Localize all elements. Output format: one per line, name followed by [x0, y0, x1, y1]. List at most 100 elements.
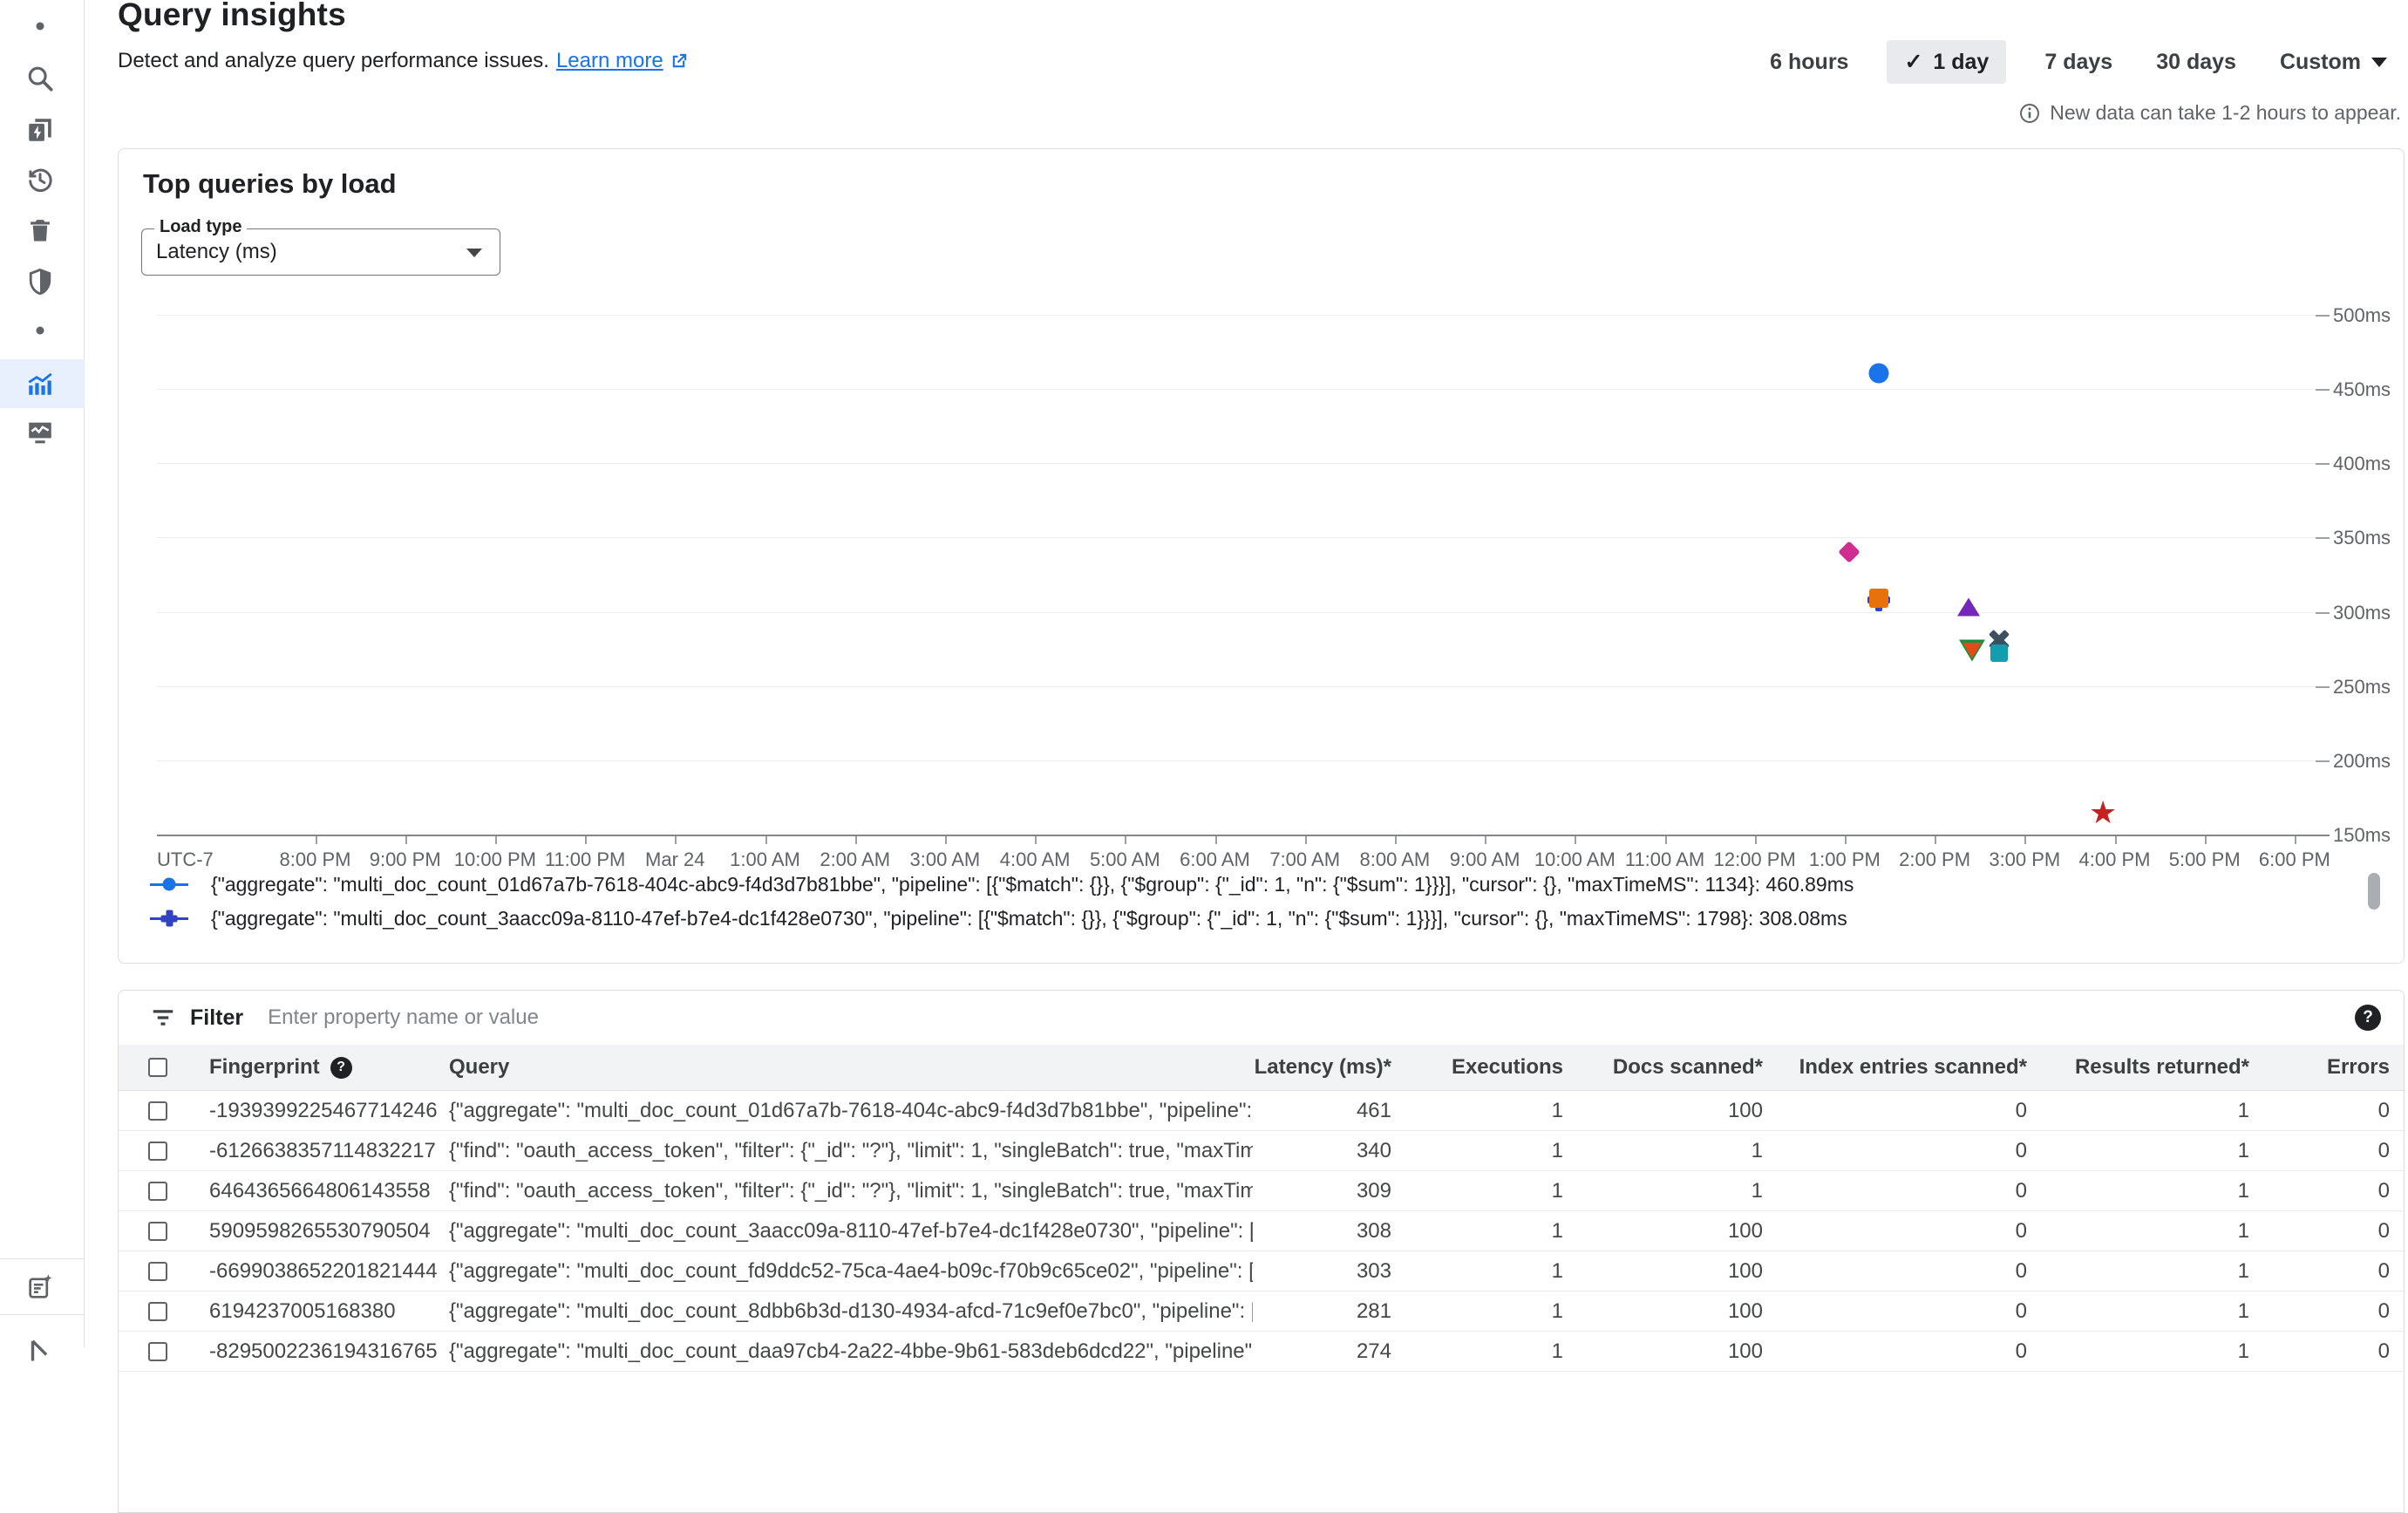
legend-entry[interactable]: {"aggregate": "multi_doc_count_3aacc09a-… [150, 905, 1847, 931]
value-cell: 1 [2027, 1139, 2249, 1163]
filter-input[interactable] [268, 1005, 1924, 1030]
chart-point-triangle-up[interactable] [1957, 598, 1980, 617]
fingerprint-help-icon[interactable]: ? [330, 1057, 352, 1079]
monitor-metrics-icon[interactable] [21, 413, 59, 452]
select-all-checkbox[interactable] [148, 1058, 167, 1077]
column-header[interactable]: Executions [1452, 1055, 1563, 1079]
value-cell: 1 [1391, 1099, 1563, 1123]
table-row[interactable]: -1939399225467714246{"aggregate": "multi… [119, 1091, 2404, 1131]
row-checkbox[interactable] [148, 1342, 167, 1361]
row-checkbox[interactable] [148, 1262, 167, 1281]
table-help-icon[interactable]: ? [2355, 1005, 2381, 1031]
column-header[interactable]: Query [449, 1055, 509, 1079]
value-cell: 0 [1763, 1139, 2027, 1163]
column-header[interactable]: Docs scanned* [1613, 1055, 1763, 1079]
column-header-fingerprint[interactable]: Fingerprint [209, 1055, 320, 1080]
scrollbar-thumb[interactable] [2368, 873, 2380, 910]
gridline [157, 537, 2316, 538]
y-tick-mark [2316, 760, 2330, 762]
value-cell: 1 [1391, 1179, 1563, 1203]
flash-pages-icon[interactable] [21, 111, 59, 149]
column-header[interactable]: Results returned* [2075, 1055, 2249, 1079]
value-cell: 0 [2249, 1259, 2390, 1284]
x-axis-label: 8:00 AM [1360, 849, 1431, 871]
left-sidebar [0, 0, 85, 1347]
table-row[interactable]: -8295002236194316765{"aggregate": "multi… [119, 1332, 2404, 1372]
chart-card-title: Top queries by load [143, 168, 397, 200]
x-tick-mark [585, 836, 587, 844]
dot-icon [37, 327, 44, 335]
value-cell: 100 [1563, 1099, 1763, 1123]
gridline [157, 612, 2316, 613]
x-axis-label: 6:00 PM [2259, 849, 2330, 871]
row-checkbox[interactable] [148, 1101, 167, 1121]
x-tick-mark [1845, 836, 1847, 844]
search-icon[interactable] [21, 59, 59, 98]
x-tick-mark [1755, 836, 1757, 844]
trash-icon[interactable] [21, 211, 59, 249]
table-row[interactable]: 6194237005168380{"aggregate": "multi_doc… [119, 1292, 2404, 1332]
learn-more-link[interactable]: Learn more [556, 49, 689, 73]
load-type-select[interactable]: Load type Latency (ms) [141, 228, 500, 276]
chart-point-square-small[interactable] [1990, 644, 2008, 662]
gridline [157, 686, 2316, 687]
history-icon[interactable] [21, 160, 59, 199]
value-cell: 1 [1391, 1259, 1563, 1284]
time-range-7-days[interactable]: 7 days [2039, 40, 2118, 84]
column-header[interactable]: Index entries scanned* [1799, 1055, 2027, 1079]
chart-point-triangle-down[interactable] [1962, 643, 1982, 658]
doc-sparkle-icon[interactable] [21, 1268, 59, 1306]
y-tick-mark [2316, 686, 2330, 688]
x-tick-mark [495, 836, 497, 844]
x-tick-mark [1395, 836, 1397, 844]
x-tick-mark [945, 836, 947, 844]
value-cell: 1 [2027, 1219, 2249, 1244]
chart-point-diamond[interactable] [1838, 542, 1860, 563]
shield-icon[interactable] [21, 262, 59, 301]
value-cell: 0 [2249, 1179, 2390, 1203]
column-header[interactable]: Errors [2327, 1055, 2390, 1079]
table-row[interactable]: -6126638357114832217{"find": "oauth_acce… [119, 1131, 2404, 1171]
fingerprint-cell: 6194237005168380 [209, 1299, 449, 1324]
value-cell: 308 [1253, 1219, 1391, 1244]
column-header[interactable]: Latency (ms)* [1255, 1055, 1391, 1080]
time-range-1-day[interactable]: ✓1 day [1887, 40, 2006, 84]
collapse-arrow-icon[interactable] [21, 1334, 59, 1373]
time-range-custom[interactable]: Custom [2275, 40, 2392, 84]
row-checkbox[interactable] [148, 1142, 167, 1161]
x-axis-label: 1:00 AM [730, 849, 800, 871]
row-checkbox[interactable] [148, 1302, 167, 1321]
table-row[interactable]: -6699038652201821444{"aggregate": "multi… [119, 1251, 2404, 1292]
x-axis-label: 9:00 AM [1450, 849, 1520, 871]
table-row[interactable]: 6464365664806143558{"find": "oauth_acces… [119, 1171, 2404, 1211]
query-cell: {"find": "oauth_access_token", "filter":… [449, 1179, 1253, 1203]
query-insights-chart-icon[interactable] [21, 365, 59, 403]
chart-point-square[interactable] [1869, 589, 1888, 608]
chart-point-star[interactable]: ★ [2089, 798, 2117, 829]
row-checkbox[interactable] [148, 1222, 167, 1241]
value-cell: 100 [1563, 1219, 1763, 1244]
value-cell: 461 [1253, 1099, 1391, 1123]
y-axis-label: 150ms [2333, 824, 2391, 847]
x-axis-label: 11:00 AM [1625, 849, 1704, 871]
table-row[interactable]: 5909598265530790504{"aggregate": "multi_… [119, 1211, 2404, 1251]
value-cell: 0 [1763, 1259, 2027, 1284]
time-range-6-hours[interactable]: 6 hours [1765, 40, 1854, 84]
y-axis-label: 350ms [2333, 527, 2391, 549]
x-axis-label: 1:00 PM [1809, 849, 1881, 871]
time-range-30-days[interactable]: 30 days [2151, 40, 2241, 84]
gridline [157, 315, 2316, 316]
chart-point-circle[interactable] [1869, 363, 1889, 383]
data-freshness-note: New data can take 1-2 hours to appear. [2018, 101, 2401, 125]
y-tick-mark [2316, 463, 2330, 465]
legend-entry[interactable]: {"aggregate": "multi_doc_count_01d67a7b-… [150, 871, 1854, 897]
row-checkbox[interactable] [148, 1182, 167, 1201]
load-type-value: Latency (ms) [156, 240, 277, 264]
x-axis-label: 5:00 AM [1090, 849, 1160, 871]
filter-icon [150, 1005, 176, 1031]
y-axis-label: 200ms [2333, 750, 2391, 773]
value-cell: 0 [1763, 1099, 2027, 1123]
x-axis-label: 10:00 AM [1534, 849, 1616, 871]
x-tick-mark [1665, 836, 1667, 844]
filter-bar: Filter ? [119, 991, 2404, 1045]
